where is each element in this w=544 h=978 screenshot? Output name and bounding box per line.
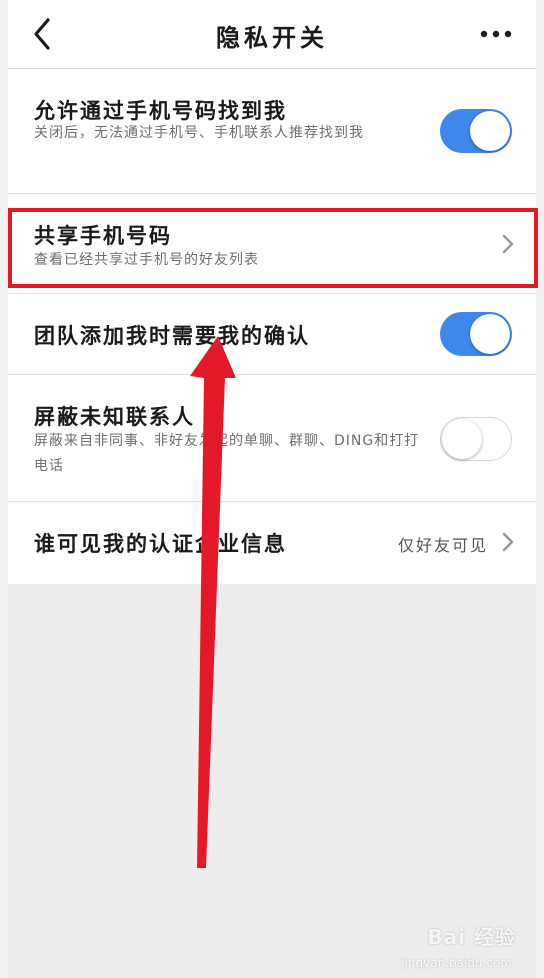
chevron-right-icon [502,234,514,254]
setting-row-team-confirm[interactable]: 团队添加我时需要我的确认 [8,294,536,375]
visibility-value: 仅好友可见 [397,536,488,555]
watermark-brand: Bai 经验 [427,925,516,949]
setting-title: 谁可见我的认证企业信息 [34,532,287,556]
find-by-phone-toggle[interactable] [440,109,512,153]
setting-title: 团队添加我时需要我的确认 [34,324,310,348]
setting-desc: 关闭后，无法通过手机号、手机联系人推荐找到我 [34,125,364,141]
more-button[interactable] [476,20,516,48]
setting-row-find-by-phone[interactable]: 允许通过手机号码找到我 关闭后，无法通过手机号、手机联系人推荐找到我 [8,69,536,194]
setting-row-block-unknown[interactable]: 屏蔽未知联系人 屏蔽来自非同事、非好友发起的单聊、群聊、DING和打打电话 [8,375,536,502]
toggle-knob [470,314,510,354]
setting-desc: 查看已经共享过手机号的好友列表 [34,252,259,268]
setting-desc: 屏蔽来自非同事、非好友发起的单聊、群聊、DING和打打电话 [34,433,420,474]
team-confirm-toggle[interactable] [440,312,512,356]
page-title: 隐私开关 [216,24,328,52]
watermark-url: jingyan.baidu.com [401,956,512,970]
setting-title: 屏蔽未知联系人 [34,405,195,429]
phone-screen: 隐私开关 允许通过手机号码找到我 关闭后，无法通过手机号、手机联系人推荐找到我 … [8,0,536,978]
toggle-knob [442,419,482,459]
settings-list: 允许通过手机号码找到我 关闭后，无法通过手机号、手机联系人推荐找到我 共享手机号… [8,69,536,584]
setting-row-company-info[interactable]: 谁可见我的认证企业信息 仅好友可见 [8,502,536,584]
toggle-knob [470,111,510,151]
nav-header: 隐私开关 [8,0,536,69]
setting-row-share-phone[interactable]: 共享手机号码 查看已经共享过手机号的好友列表 [8,194,536,294]
block-unknown-toggle[interactable] [440,417,512,461]
chevron-right-icon [502,532,514,552]
setting-title: 共享手机号码 [34,224,172,248]
more-icon [480,30,512,38]
